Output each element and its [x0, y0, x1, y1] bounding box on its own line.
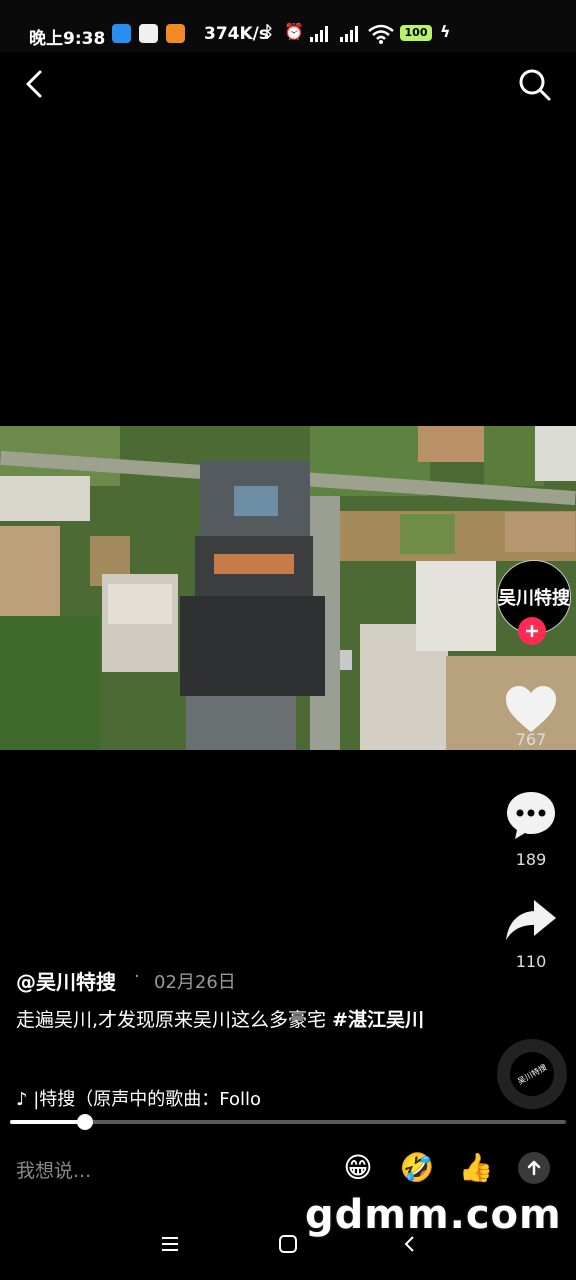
grin-emoji-button[interactable]: 😁 — [340, 1150, 376, 1186]
laugh-cry-emoji-button[interactable]: 🤣 — [399, 1150, 435, 1186]
status-bar: 晚上9:38 374K/s ᛒ ⏰ 100 ϟ — [0, 0, 576, 52]
post-date: 02月26日 — [154, 968, 236, 994]
music-disc[interactable]: 吴川特搜 — [497, 1039, 567, 1109]
avatar-text: 吴川特搜 — [498, 588, 570, 609]
music-title: |特搜（原声中的歌曲：Follo — [33, 1089, 262, 1110]
tiktok-note-icon: ♪ — [16, 1089, 34, 1110]
comment-input[interactable]: 我想说... — [16, 1156, 91, 1183]
follow-button[interactable] — [518, 617, 546, 645]
menu-nav-icon[interactable] — [160, 1234, 180, 1254]
send-button[interactable] — [518, 1152, 550, 1184]
video-player[interactable] — [0, 426, 576, 750]
network-speed: 374K/s — [204, 24, 269, 44]
arrow-up-icon — [527, 1160, 541, 1176]
author-name[interactable]: @吴川特搜 — [16, 966, 116, 995]
bluetooth-icon: ᛒ — [264, 22, 274, 41]
aerial-village-image — [0, 426, 576, 750]
back-button[interactable] — [16, 64, 56, 104]
date-separator: · — [134, 966, 140, 987]
progress-fill — [10, 1120, 86, 1124]
search-button[interactable] — [514, 64, 554, 104]
comment-count: 189 — [515, 850, 547, 869]
home-nav-icon[interactable] — [278, 1234, 298, 1254]
comment-icon — [507, 792, 555, 839]
share-button[interactable]: 110 — [496, 896, 566, 971]
signal-icon — [310, 26, 328, 42]
app-icon-white — [139, 24, 158, 43]
post-date-text: 02月26日 — [154, 972, 236, 993]
disc-text: 吴川特搜 — [515, 1062, 549, 1086]
music-info[interactable]: ♪ |特搜（原声中的歌曲：Follo — [16, 1085, 280, 1111]
search-icon — [519, 69, 551, 101]
plus-icon — [526, 625, 538, 637]
status-time: 晚上9:38 — [29, 29, 106, 49]
signal-hd-icon — [340, 26, 358, 42]
video-caption: 走遍吴川,才发现原来吴川这么多豪宅 #湛江吴川 — [16, 1004, 436, 1037]
comment-button[interactable]: 189 — [496, 788, 566, 869]
caption-text: 走遍吴川,才发现原来吴川这么多豪宅 — [16, 1009, 333, 1031]
thumbs-up-emoji-button[interactable]: 👍 — [458, 1150, 494, 1186]
share-arrow-icon — [506, 900, 556, 940]
alarm-icon: ⏰ — [284, 22, 304, 41]
back-nav-icon[interactable] — [400, 1234, 420, 1254]
share-count: 110 — [515, 952, 547, 971]
chevron-left-icon — [26, 70, 42, 98]
hashtag-link[interactable]: #湛江吴川 — [332, 1009, 424, 1031]
battery-indicator: 100 — [400, 25, 432, 41]
app-icon-orange — [166, 24, 185, 43]
disc-label: 吴川特搜 — [501, 1043, 563, 1105]
like-button[interactable]: 767 — [496, 684, 566, 749]
charging-icon: ϟ — [440, 22, 451, 41]
heart-icon — [506, 686, 556, 732]
wifi-icon — [368, 24, 394, 44]
progress-bar[interactable] — [10, 1114, 566, 1130]
app-icon-blue — [112, 24, 131, 43]
watermark: gdmm.com — [305, 1192, 562, 1238]
progress-knob[interactable] — [77, 1114, 94, 1130]
